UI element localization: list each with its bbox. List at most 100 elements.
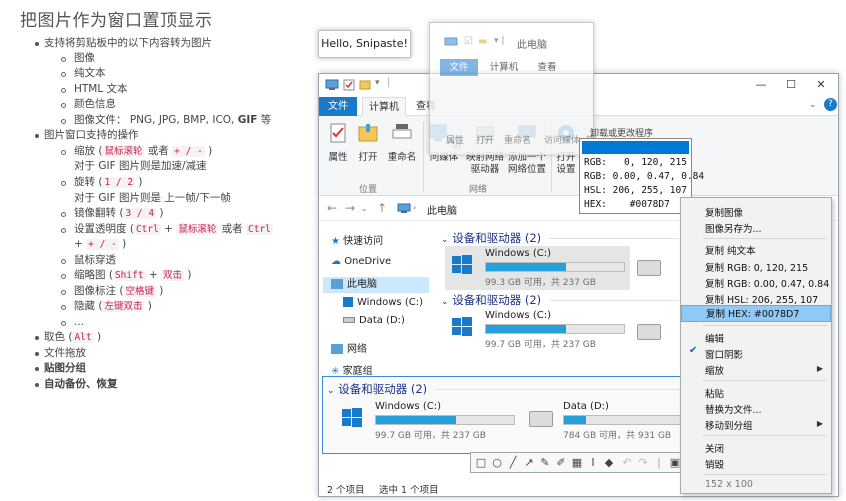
windows-logo-icon [342,408,362,427]
folder-icon [359,80,371,90]
list-item: 支持将剪贴板中的以下内容转为图片 [44,37,212,49]
bullet [61,290,66,295]
annotation-toolbar: □ ○ ╱ ↗ ✎ ✐ ▦ I ◆ ↶ ↷ | ▣ [470,452,686,473]
hdd-icon [637,260,661,276]
bullet [61,57,66,62]
bullet [35,383,39,387]
drive-usage-bar [485,262,625,272]
menu-separator [703,380,827,381]
nav-item-this-pc[interactable]: 此电脑 [323,277,429,293]
ribbon-group-location: 位置 [359,185,378,195]
list-item: 图像文件： PNG, JPG, BMP, ICO, GIF 等 [74,114,272,126]
menu-item-zoom[interactable]: 缩放 [705,363,724,377]
nav-item-drive-c[interactable]: Windows (C:) [343,297,423,308]
list-item: 纯文本 [74,67,106,79]
rectangle-tool-icon[interactable]: □ [474,456,488,470]
drive-item-d-partial[interactable] [637,260,661,276]
tab-computer[interactable]: 计算机 [362,97,406,116]
bullet [61,150,66,155]
windows-logo-icon [452,255,472,274]
eraser-tool-icon[interactable]: ◆ [602,456,616,470]
drive-item-c[interactable]: Windows (C:) 99.7 GB 可用，共 237 GB [445,308,630,352]
menu-item-paste[interactable]: 粘贴 [705,386,724,400]
nav-item-quick-access[interactable]: ★ 快速访问 [331,232,383,247]
toolbar-separator: | [657,456,661,469]
menu-item-copy-rgb-float[interactable]: 复制 RGB: 0.00, 0.47, 0.84 [705,276,829,290]
minimize-button[interactable]: — [746,76,776,94]
menu-item-destroy[interactable]: 销毁 [705,457,724,471]
nav-item-homegroup[interactable]: ✳ 家庭组 [331,362,373,377]
bullet [61,119,66,124]
bullet [61,321,66,326]
color-swatch [582,141,689,154]
arrow-tool-icon[interactable]: ↗ [522,456,536,470]
group-divider [435,389,680,390]
pasted-transparent-window[interactable]: ☑ ▬ ▾ | 此电脑 文件 计算机 查看 属性 打开 重命名 访问媒体 映 卸… [429,22,653,155]
pasted-text-window[interactable]: Hello, Snipaste! [318,30,411,58]
color-info-window[interactable]: RGB: 0, 120, 215 RGB: 0.00, 0.47, 0.84 H… [579,138,704,214]
list-item: 镜像翻转 (3 / 4 ) [74,207,164,219]
qat-dropdown-icon: ▾ | [494,36,505,46]
menu-item-copy-hex[interactable]: 复制 HEX: #0078D7 [681,305,831,322]
ribbon-collapse-icon[interactable]: ⌄ [809,100,817,110]
cloud-icon: ☁ [331,256,341,267]
checkbox-icon: ☑ [464,36,473,47]
pasted-image-window[interactable]: ⌄ 设备和驱动器 (2) Windows (C:) 99.7 GB 可用，共 2… [322,376,703,454]
tab-file[interactable]: 文件 [319,97,357,116]
menu-item-window-shadow[interactable]: 窗口阴影 [705,347,743,361]
group-header: ⌄ 设备和驱动器 (2) [327,382,428,396]
submenu-arrow-icon: ▶ [816,419,823,428]
line-tool-icon[interactable]: ╱ [506,456,520,470]
nav-item-network[interactable]: 网络 [331,340,367,355]
undo-icon[interactable]: ↶ [620,456,634,470]
close-button[interactable]: ✕ [806,76,836,94]
group-header[interactable]: ⌄ 设备和驱动器 (2) [441,292,541,308]
text-tool-icon[interactable]: I [586,456,600,470]
list-item: 缩放 (鼠标滚轮 或者 + / - ) [74,145,213,157]
ellipse-tool-icon[interactable]: ○ [490,456,504,470]
breadcrumb[interactable]: 此电脑 [427,202,457,217]
menu-item-copy-text[interactable]: 复制 纯文本 [705,243,756,257]
bullet [61,305,66,310]
redo-icon[interactable]: ↷ [636,456,650,470]
group-header[interactable]: ⌄ 设备和驱动器 (2) [441,230,541,246]
bullet [61,274,66,279]
bullet [35,134,39,138]
drive-usage-fill [564,416,587,424]
menu-item-copy-image[interactable]: 复制图像 [705,205,743,219]
marker-tool-icon[interactable]: ✐ [554,456,568,470]
bullet [61,103,66,108]
drive-item-c[interactable]: Windows (C:) 99.3 GB 可用，共 237 GB [445,246,630,290]
menu-item-edit[interactable]: 编辑 [705,331,724,345]
star-icon: ★ [331,236,340,247]
context-menu: 复制图像 图像另存为... 复制 纯文本 复制 RGB: 0, 120, 215… [680,197,832,494]
menu-item-close[interactable]: 关闭 [705,441,724,455]
menu-item-move-to-group[interactable]: 移动到分组 [705,418,753,432]
status-selected-count: 选中 1 个项目 [379,485,439,496]
color-hex: HEX: #0078D7 [584,199,670,210]
drive-icon [343,317,355,323]
drive-item-d-partial[interactable] [637,324,661,340]
menu-item-copy-rgb[interactable]: 复制 RGB: 0, 120, 215 [705,260,808,274]
mosaic-tool-icon[interactable]: ▦ [570,456,584,470]
qat-dropdown-icon[interactable]: ▾ [375,78,380,88]
menu-item-replace-with-file[interactable]: 替换为文件... [705,402,762,416]
back-arrow-icon[interactable]: ← [327,201,337,215]
maximize-button[interactable]: ☐ [776,76,806,94]
menu-item-copy-hsl[interactable]: 复制 HSL: 206, 255, 107 [705,292,818,306]
recent-dropdown-icon[interactable]: ⌄ [361,204,368,213]
nav-item-onedrive[interactable]: ☁ OneDrive [331,256,391,267]
properties-button[interactable]: 属性 [325,122,351,164]
bullet [35,352,39,356]
rename-button[interactable]: 重命名 [385,122,419,164]
open-button[interactable]: 打开 [355,122,381,164]
pencil-tool-icon[interactable]: ✎ [538,456,552,470]
up-arrow-icon[interactable]: ↑ [377,201,387,215]
computer-icon [397,203,411,213]
hdd-icon [529,411,553,427]
nav-item-drive-d[interactable]: Data (D:) [343,315,405,326]
drive-usage-bar [485,324,625,334]
help-icon[interactable]: ? [824,98,837,111]
forward-arrow-icon[interactable]: → [345,201,355,215]
menu-item-save-image-as[interactable]: 图像另存为... [705,221,762,235]
